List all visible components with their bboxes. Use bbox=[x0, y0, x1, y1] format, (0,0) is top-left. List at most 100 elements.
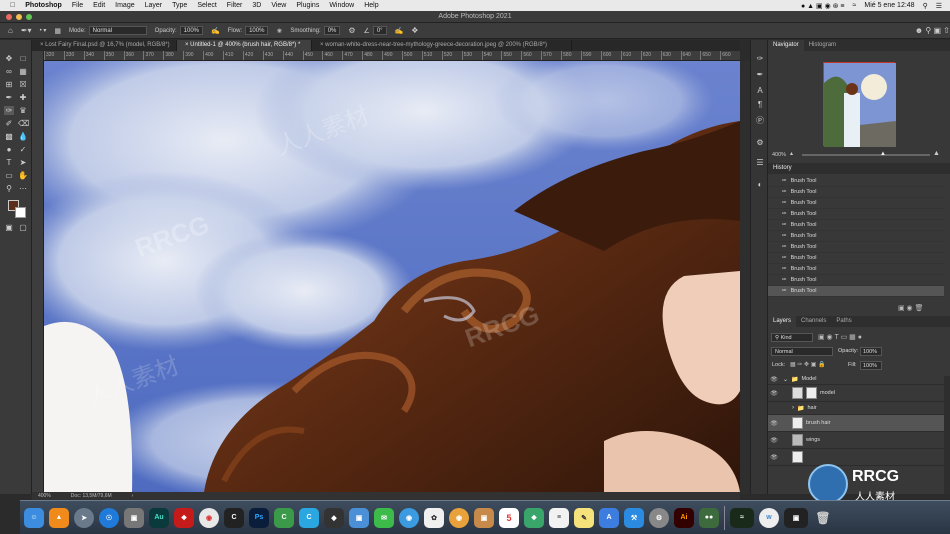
menu-3d[interactable]: 3D bbox=[252, 2, 261, 9]
navigator-thumbnail[interactable] bbox=[823, 62, 896, 147]
color-panel-icon[interactable]: ◐ bbox=[755, 180, 765, 189]
mode-select[interactable]: Normal bbox=[88, 26, 147, 35]
menu-view[interactable]: View bbox=[271, 2, 286, 9]
tab-untitled-1[interactable]: × Untitled-1 @ 400% (brush hair, RGB/8*)… bbox=[177, 40, 312, 51]
zoom-window-button[interactable] bbox=[26, 14, 32, 20]
smoothing-settings-icon[interactable]: ⚙ bbox=[348, 26, 355, 35]
history-item[interactable]: ✑ Brush Tool bbox=[768, 187, 944, 198]
lasso-tool-icon[interactable]: ∞ bbox=[4, 67, 14, 76]
crop-tool-icon[interactable]: ⊞ bbox=[4, 80, 14, 89]
paragraph-panel-icon[interactable]: ¶ bbox=[755, 100, 765, 109]
share-icons[interactable]: ☻ ⚲ ▣ ⇧ bbox=[915, 26, 950, 35]
history-item[interactable]: ✑ Brush Tool bbox=[768, 275, 944, 286]
object-select-icon[interactable]: ▦ bbox=[18, 67, 28, 76]
brush-preset-icon[interactable]: ✒▾ bbox=[21, 26, 32, 35]
visibility-eye-icon[interactable]: 👁 bbox=[768, 376, 780, 383]
history-item[interactable]: ✑ Brush Tool bbox=[768, 231, 944, 242]
blur-tool-icon[interactable]: 💧 bbox=[18, 132, 28, 141]
visibility-eye-icon[interactable]: 👁 bbox=[768, 420, 780, 427]
opacity-field[interactable]: 100% bbox=[179, 26, 204, 35]
history-actions-icons[interactable]: ▣ ◉ 🗑 bbox=[898, 304, 924, 312]
airbrush-icon[interactable]: ✬ bbox=[276, 27, 282, 35]
zoom-tool-icon[interactable]: ⚲ bbox=[4, 184, 14, 193]
history-item[interactable]: ✑ Brush Tool bbox=[768, 176, 944, 187]
chrome-icon[interactable]: ◉ bbox=[199, 507, 219, 528]
calendar-icon[interactable]: 5 bbox=[499, 507, 519, 528]
angle-field[interactable]: 0° bbox=[372, 26, 387, 35]
trash-icon[interactable]: 🗑 bbox=[813, 508, 833, 528]
game-icon[interactable]: ●● bbox=[699, 507, 719, 528]
visibility-eye-icon[interactable]: 👁 bbox=[768, 437, 780, 444]
adjustments-panel-icon[interactable]: ☰ bbox=[755, 158, 765, 167]
finder-icon[interactable]: ☺ bbox=[24, 507, 44, 528]
camtasia-icon[interactable]: C bbox=[274, 507, 294, 528]
system-preferences-icon[interactable]: ⚙ bbox=[649, 507, 669, 528]
menu-type[interactable]: Type bbox=[172, 2, 187, 9]
menu-layer[interactable]: Layer bbox=[145, 2, 163, 9]
tab-layers[interactable]: Layers bbox=[768, 316, 797, 327]
minimized-window-icon[interactable]: ▣ bbox=[784, 507, 808, 528]
character-panel-icon[interactable]: A bbox=[755, 86, 765, 95]
visibility-eye-icon[interactable]: 👁 bbox=[768, 454, 780, 461]
eraser-tool-icon[interactable]: ⌫ bbox=[18, 119, 29, 128]
menu-edit[interactable]: Edit bbox=[93, 2, 105, 9]
glyphs-panel-icon[interactable]: Ⓟ bbox=[755, 116, 765, 125]
pen-tool-icon[interactable]: ✓ bbox=[18, 145, 28, 154]
layer-mask-thumbnail[interactable] bbox=[806, 387, 817, 399]
colorsync-icon[interactable]: ◉ bbox=[449, 507, 469, 528]
apple-icon[interactable]:  bbox=[10, 2, 15, 9]
menu-app-name[interactable]: Photoshop bbox=[25, 2, 62, 9]
eyedropper-tool-icon[interactable]: ✒ bbox=[4, 93, 14, 102]
wifi-icon[interactable]: ≈ bbox=[853, 2, 857, 9]
chevron-right-icon[interactable]: › bbox=[792, 405, 794, 411]
cinema-icon[interactable]: C bbox=[224, 507, 244, 528]
lock-icons[interactable]: ▦ ✑ ✥ ▣ 🔒 bbox=[790, 361, 826, 368]
photoshop-icon[interactable]: Ps bbox=[249, 507, 269, 528]
hand-tool-icon[interactable]: ✋ bbox=[18, 171, 28, 180]
tab-navigator[interactable]: Navigator bbox=[768, 40, 804, 51]
photos-icon[interactable]: ✿ bbox=[424, 507, 444, 528]
history-brush-icon[interactable]: ✐ bbox=[4, 119, 14, 128]
unity-icon[interactable]: ◆ bbox=[324, 507, 344, 528]
layer-row-partial[interactable]: 👁 bbox=[768, 449, 944, 466]
layer-group-model[interactable]: 👁 ⌄ 📁 Model bbox=[768, 374, 944, 385]
audition-icon[interactable]: Au bbox=[149, 507, 169, 528]
tab-woman-white-dress[interactable]: × woman-white-dress-near-tree-mythology-… bbox=[312, 40, 572, 51]
minimize-window-button[interactable] bbox=[16, 14, 22, 20]
history-item[interactable]: ✑ Brush Tool bbox=[768, 242, 944, 253]
tab-paths[interactable]: Paths bbox=[831, 316, 856, 327]
clip-studio-icon[interactable]: C bbox=[299, 507, 319, 528]
zoom-in-icon[interactable]: ▲ bbox=[933, 150, 940, 157]
flow-field[interactable]: 100% bbox=[245, 26, 269, 35]
menu-window[interactable]: Window bbox=[329, 2, 354, 9]
activity-monitor-icon[interactable]: ≈ bbox=[730, 507, 754, 528]
menu-filter[interactable]: Filter bbox=[227, 2, 243, 9]
layer-opacity-field[interactable]: 100% bbox=[860, 347, 882, 356]
chevron-down-icon[interactable]: ⌄ bbox=[783, 376, 788, 383]
navigator-zoom-slider[interactable] bbox=[802, 154, 930, 156]
vlc-icon[interactable]: ▲ bbox=[49, 507, 69, 528]
stamp-tool-icon[interactable]: ♛ bbox=[18, 106, 28, 115]
brush-tool-icon[interactable]: ✑ bbox=[4, 106, 14, 115]
menu-select[interactable]: Select bbox=[197, 2, 216, 9]
brush-settings-icon[interactable]: ▦ bbox=[54, 27, 61, 35]
notes-icon[interactable]: ✎ bbox=[574, 507, 594, 528]
close-window-button[interactable] bbox=[6, 14, 12, 20]
history-item[interactable]: ✑ Brush Tool bbox=[768, 198, 944, 209]
zoom-level[interactable]: 400% bbox=[38, 492, 51, 500]
healing-tool-icon[interactable]: ✚ bbox=[18, 93, 28, 102]
control-center-icon[interactable]: ☰ bbox=[936, 2, 942, 10]
layer-model[interactable]: 👁 model bbox=[768, 385, 944, 402]
app-store-icon[interactable]: A bbox=[599, 507, 619, 528]
more-tools-icon[interactable]: ⋯ bbox=[18, 184, 28, 193]
history-item-selected[interactable]: ✑ Brush Tool bbox=[768, 286, 944, 297]
brush-size-picker[interactable]: • ▾ bbox=[40, 27, 47, 34]
menu-image[interactable]: Image bbox=[115, 2, 134, 9]
reminders-icon[interactable]: ≡ bbox=[549, 507, 569, 528]
type-tool-icon[interactable]: T bbox=[4, 158, 14, 167]
move-tool-icon[interactable]: ✥ bbox=[4, 54, 14, 63]
dodge-tool-icon[interactable]: ● bbox=[4, 145, 14, 154]
tab-channels[interactable]: Channels bbox=[796, 316, 831, 327]
history-title[interactable]: History bbox=[768, 163, 950, 174]
smoothing-field[interactable]: 0% bbox=[323, 26, 341, 35]
